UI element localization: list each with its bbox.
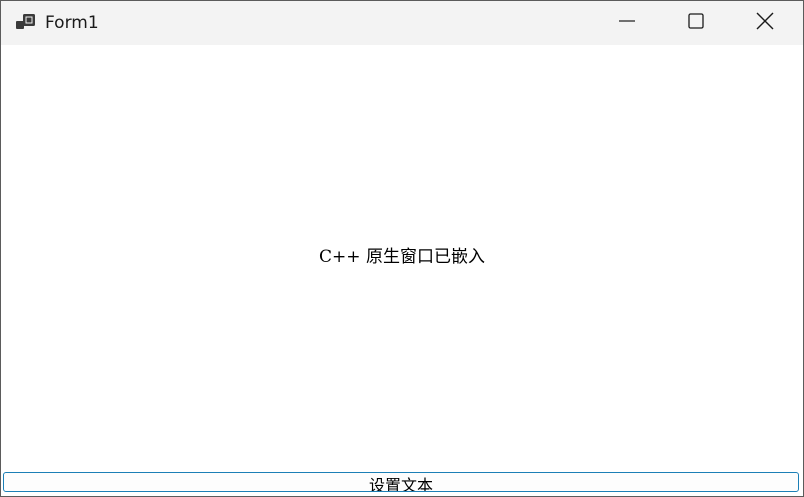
maximize-button[interactable]: [662, 1, 730, 45]
set-text-button[interactable]: 设置文本: [3, 472, 799, 492]
minimize-button[interactable]: [593, 1, 661, 45]
embedded-native-window-label: C++ 原生窗口已嵌入: [319, 247, 485, 267]
close-button[interactable]: [731, 1, 799, 45]
minimize-icon: [619, 13, 635, 33]
app-window-icon: [16, 14, 36, 32]
close-icon: [756, 12, 774, 34]
maximize-icon: [688, 13, 704, 33]
client-area: C++ 原生窗口已嵌入 设置文本: [1, 45, 803, 496]
form1-window: Form1 C++ 原生窗口已嵌入 设置文本: [0, 0, 804, 497]
title-bar[interactable]: Form1: [1, 1, 803, 45]
window-title: Form1: [45, 13, 99, 33]
